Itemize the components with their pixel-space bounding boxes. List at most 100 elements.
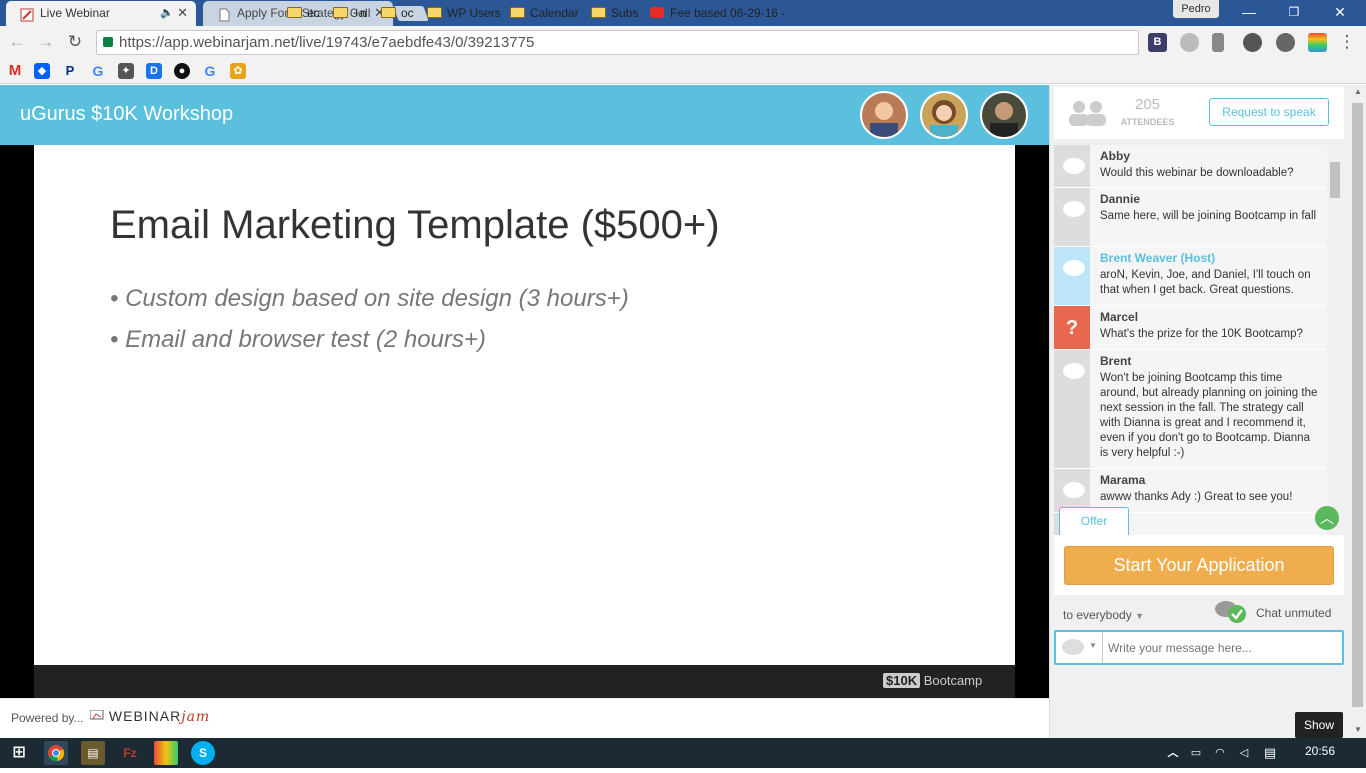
chat-bubble-icon [1054,247,1090,305]
host-avatar[interactable] [920,91,968,139]
request-to-speak-button[interactable]: Request to speak [1209,98,1329,126]
reload-icon[interactable]: ↻ [64,31,86,53]
battery-icon[interactable]: ▭ [1186,741,1206,765]
slide-bullet: • Email and browser test (2 hours+) [110,326,486,353]
paypal-icon[interactable]: P [62,63,78,79]
chat-unmuted-icon [1214,600,1248,624]
tray-chevron-icon[interactable]: ︿ [1164,741,1182,765]
windows-start-icon[interactable]: ⊞ [7,741,31,765]
folder-icon [427,7,442,18]
minimize-icon[interactable]: — [1227,0,1271,24]
question-mark-icon: ? [1054,306,1090,349]
extension-feather-icon[interactable] [1243,33,1262,52]
volume-icon[interactable]: ◁ [1234,741,1254,765]
wifi-icon[interactable]: ◠ [1210,741,1230,765]
chat-status: Chat unmuted [1256,606,1332,620]
restore-icon[interactable]: ❐ [1272,0,1316,24]
attendees-icon [1069,101,1106,126]
chat-message: Abby Would this webinar be downloadable? [1054,145,1327,188]
host-avatar[interactable] [980,91,1028,139]
chat-message: Brent Won't be joining Bootcamp this tim… [1054,350,1327,469]
chrome-icon[interactable] [44,741,68,765]
emoji-select[interactable]: ▼ [1056,632,1103,663]
d-app-icon[interactable]: D [146,63,162,79]
google-icon[interactable]: G [202,63,218,79]
chat-input-box: ▼ [1054,630,1344,665]
tab-title: Live Webinar [40,6,110,20]
extension-bookmark-icon[interactable] [1212,33,1224,52]
slide-title: Email Marketing Template ($500+) [110,203,720,247]
caret-down-icon: ▼ [1089,641,1097,650]
webinarjam-logo[interactable]: WEBINARjam [89,708,210,725]
chat-bubble-icon [1062,639,1084,655]
bookmark-tool-icon[interactable]: ✦ [118,63,134,79]
chat-scrollbar-thumb[interactable] [1330,162,1340,198]
chat-message: Dannie Same here, will be joining Bootca… [1054,188,1327,247]
caret-down-icon: ▼ [1135,611,1144,621]
powered-by-bar: Powered by... WEBINARjam [0,698,1049,738]
gmail-icon[interactable]: M [7,63,23,79]
show-button[interactable]: Show [1295,712,1343,738]
skype-icon[interactable]: S [191,741,215,765]
notepad-icon[interactable]: ▤ [81,741,105,765]
start-application-button[interactable]: Start Your Application [1064,546,1334,585]
folder-icon [591,7,606,18]
menu-icon[interactable]: ⋮ [1336,31,1358,53]
offer-tab[interactable]: Offer [1059,507,1129,535]
page-favicon-icon [217,6,231,22]
chat-scrollbar[interactable] [1329,145,1342,535]
page-scrollbar-thumb[interactable] [1352,103,1363,707]
host-avatar[interactable] [860,91,908,139]
extension-b-icon[interactable]: B [1148,33,1167,52]
bookmark-folder-wp-users[interactable]: WP Users [427,4,501,22]
chat-message-question: ? Marcel What's the prize for the 10K Bo… [1054,306,1327,350]
tab-live-webinar[interactable]: Live Webinar 🔈 ✕ [6,1,196,26]
chat-message-host: Brent Weaver (Host) aroN, Kevin, Joe, an… [1054,247,1327,306]
github-icon[interactable]: ● [174,63,190,79]
webinarjam-logo-icon [89,709,104,720]
folder-icon [333,7,348,18]
extension-gray-icon[interactable] [1180,33,1199,52]
webinar-header: uGurus $10K Workshop [0,85,1049,145]
webinar-title: uGurus $10K Workshop [20,103,234,125]
scroll-down-icon: ▼ [1354,725,1362,734]
bookmark-folder-subs[interactable]: Subs [591,4,638,22]
youtube-icon [650,7,664,18]
folder-icon [381,7,396,18]
close-tab-icon[interactable]: ✕ [177,1,188,25]
powered-by-label: Powered by... [11,711,84,725]
extension-color-icon[interactable] [1308,33,1327,52]
chat-bubble-icon [1054,350,1090,468]
color-app-icon[interactable] [154,741,178,765]
chat-message-input[interactable] [1108,638,1338,658]
folder-icon [287,7,302,18]
chevron-up-icon[interactable]: ︿ [1315,506,1339,530]
chat-bubble-icon [1054,469,1090,512]
profile-button[interactable]: Pedro [1173,0,1219,18]
filezilla-icon[interactable]: Fz [118,741,142,765]
slide-bullet: • Custom design based on site design (3 … [110,285,629,312]
extension-bulb-icon[interactable] [1276,33,1295,52]
forward-arrow-icon[interactable]: → [35,31,57,53]
bookmark-app-icon[interactable]: ✿ [230,63,246,79]
chat-messages: Abby Would this webinar be downloadable?… [1054,145,1327,535]
chat-bubble-icon [1054,145,1090,187]
webinar-favicon-icon [20,6,34,22]
action-center-icon[interactable]: ▤ [1259,741,1281,765]
bookmark-folder-ec[interactable]: ec [287,4,320,22]
bookmark-fee-based[interactable]: Fee based 06-29-16 - [650,4,785,22]
bookmark-folder-oc[interactable]: oc [381,4,414,22]
bookmark-folder-plus-n[interactable]: +n [333,4,367,22]
presentation-slide: Email Marketing Template ($500+) • Custo… [34,145,1015,665]
scroll-up-icon: ▲ [1354,87,1362,96]
back-arrow-icon[interactable]: ← [6,31,28,53]
folder-icon [510,7,525,18]
close-window-icon[interactable]: ✕ [1318,0,1362,24]
dropbox-icon[interactable]: ◆ [34,63,50,79]
google-icon[interactable]: G [90,63,106,79]
taskbar-clock[interactable]: 20:56 [1305,744,1335,758]
recipient-select[interactable]: to everybody ▼ [1063,608,1144,622]
bookmark-folder-calendar[interactable]: Calendar [510,4,579,22]
bootcamp-brand: $10K Bootcamp [883,673,982,688]
address-bar[interactable]: https://app.webinarjam.net/live/19743/e7… [96,30,1139,55]
